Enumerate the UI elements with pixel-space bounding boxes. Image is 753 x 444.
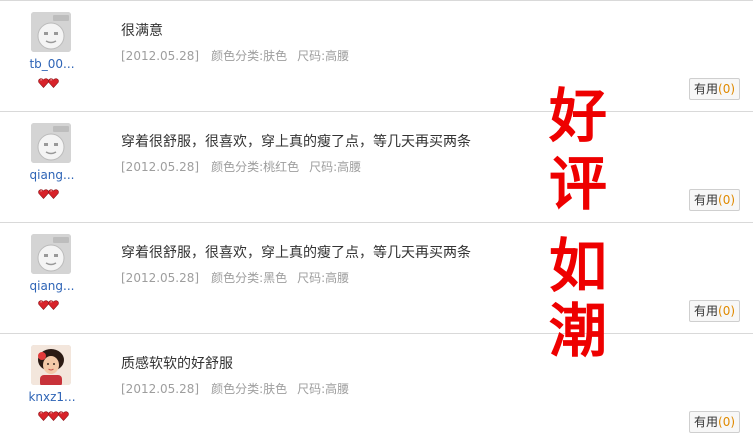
useful-label: 有用: [694, 82, 719, 96]
color-category: 颜色分类:肤色: [211, 382, 288, 396]
praise-char: 评: [548, 150, 607, 218]
review-list: tb_00... 很满意 [2012.05.28] 颜色分类:肤色 尺码:高腰 有用(0)…: [0, 0, 753, 435]
review-meta: [2012.05.28] 颜色分类:黑色 尺码:高腰: [121, 269, 349, 286]
avatar[interactable]: [31, 12, 71, 52]
heart-icon: [48, 184, 59, 203]
useful-button[interactable]: 有用(0): [689, 300, 741, 322]
review-meta: [2012.05.28] 颜色分类:肤色 尺码:高腰: [121, 47, 349, 64]
heart-icon: [58, 406, 69, 425]
color-category: 颜色分类:桃红色: [211, 160, 300, 174]
username-link[interactable]: tb_00...: [22, 57, 82, 71]
username-link[interactable]: qiang...: [22, 279, 82, 293]
useful-label: 有用: [694, 193, 719, 207]
buyer-rating-hearts: [38, 295, 59, 310]
username-link[interactable]: qiang...: [22, 168, 82, 182]
size-option: 尺码:高腰: [297, 382, 350, 396]
heart-icon: [48, 73, 59, 92]
review-date: [2012.05.28]: [121, 49, 200, 63]
praise-char: 潮: [548, 297, 607, 365]
review-date: [2012.05.28]: [121, 382, 200, 396]
review-meta: [2012.05.28] 颜色分类:肤色 尺码:高腰: [121, 380, 349, 397]
size-option: 尺码:高腰: [309, 160, 362, 174]
useful-count: (0): [718, 304, 736, 318]
default-avatar-icon: [31, 234, 71, 274]
color-category: 颜色分类:肤色: [211, 49, 288, 63]
review-text: 很满意: [121, 23, 163, 39]
avatar[interactable]: [31, 345, 71, 385]
useful-label: 有用: [694, 415, 719, 429]
buyer-rating-hearts: [38, 73, 59, 88]
avatar[interactable]: [31, 234, 71, 274]
useful-button[interactable]: 有用(0): [689, 189, 741, 211]
review-meta: [2012.05.28] 颜色分类:桃红色 尺码:高腰: [121, 158, 361, 175]
review-text: 穿着很舒服，很喜欢，穿上真的瘦了点，等几天再买两条: [121, 134, 471, 150]
review-date: [2012.05.28]: [121, 271, 200, 285]
user-photo: [31, 345, 71, 385]
size-option: 尺码:高腰: [297, 271, 350, 285]
default-avatar-icon: [31, 12, 71, 52]
useful-count: (0): [718, 415, 736, 429]
review-item: qiang... 穿着很舒服，很喜欢，穿上真的瘦了点，等几天再买两条 [2012.0…: [0, 222, 753, 333]
buyer-rating-hearts: [38, 406, 69, 421]
praise-char: 如: [548, 232, 607, 300]
praise-char: 好: [548, 82, 607, 150]
username-link[interactable]: knxz1...: [22, 390, 82, 404]
praise-overlay: 好评如潮: [528, 84, 628, 384]
review-item: knxz1... 质感软软的好舒服 [2012.05.28] 颜色分类:肤色 尺码:高腰…: [0, 333, 753, 444]
review-text: 质感软软的好舒服: [121, 356, 233, 372]
review-item: qiang... 穿着很舒服，很喜欢，穿上真的瘦了点，等几天再买两条 [2012.0…: [0, 111, 753, 222]
avatar[interactable]: [31, 123, 71, 163]
size-option: 尺码:高腰: [297, 49, 350, 63]
useful-label: 有用: [694, 304, 719, 318]
review-item: tb_00... 很满意 [2012.05.28] 颜色分类:肤色 尺码:高腰有用(0): [0, 0, 753, 111]
review-date: [2012.05.28]: [121, 160, 200, 174]
useful-button[interactable]: 有用(0): [689, 411, 741, 433]
useful-count: (0): [718, 82, 736, 96]
heart-icon: [48, 295, 59, 314]
buyer-rating-hearts: [38, 184, 59, 199]
review-text: 穿着很舒服，很喜欢，穿上真的瘦了点，等几天再买两条: [121, 245, 471, 261]
useful-count: (0): [718, 193, 736, 207]
useful-button[interactable]: 有用(0): [689, 78, 741, 100]
color-category: 颜色分类:黑色: [211, 271, 288, 285]
default-avatar-icon: [31, 123, 71, 163]
